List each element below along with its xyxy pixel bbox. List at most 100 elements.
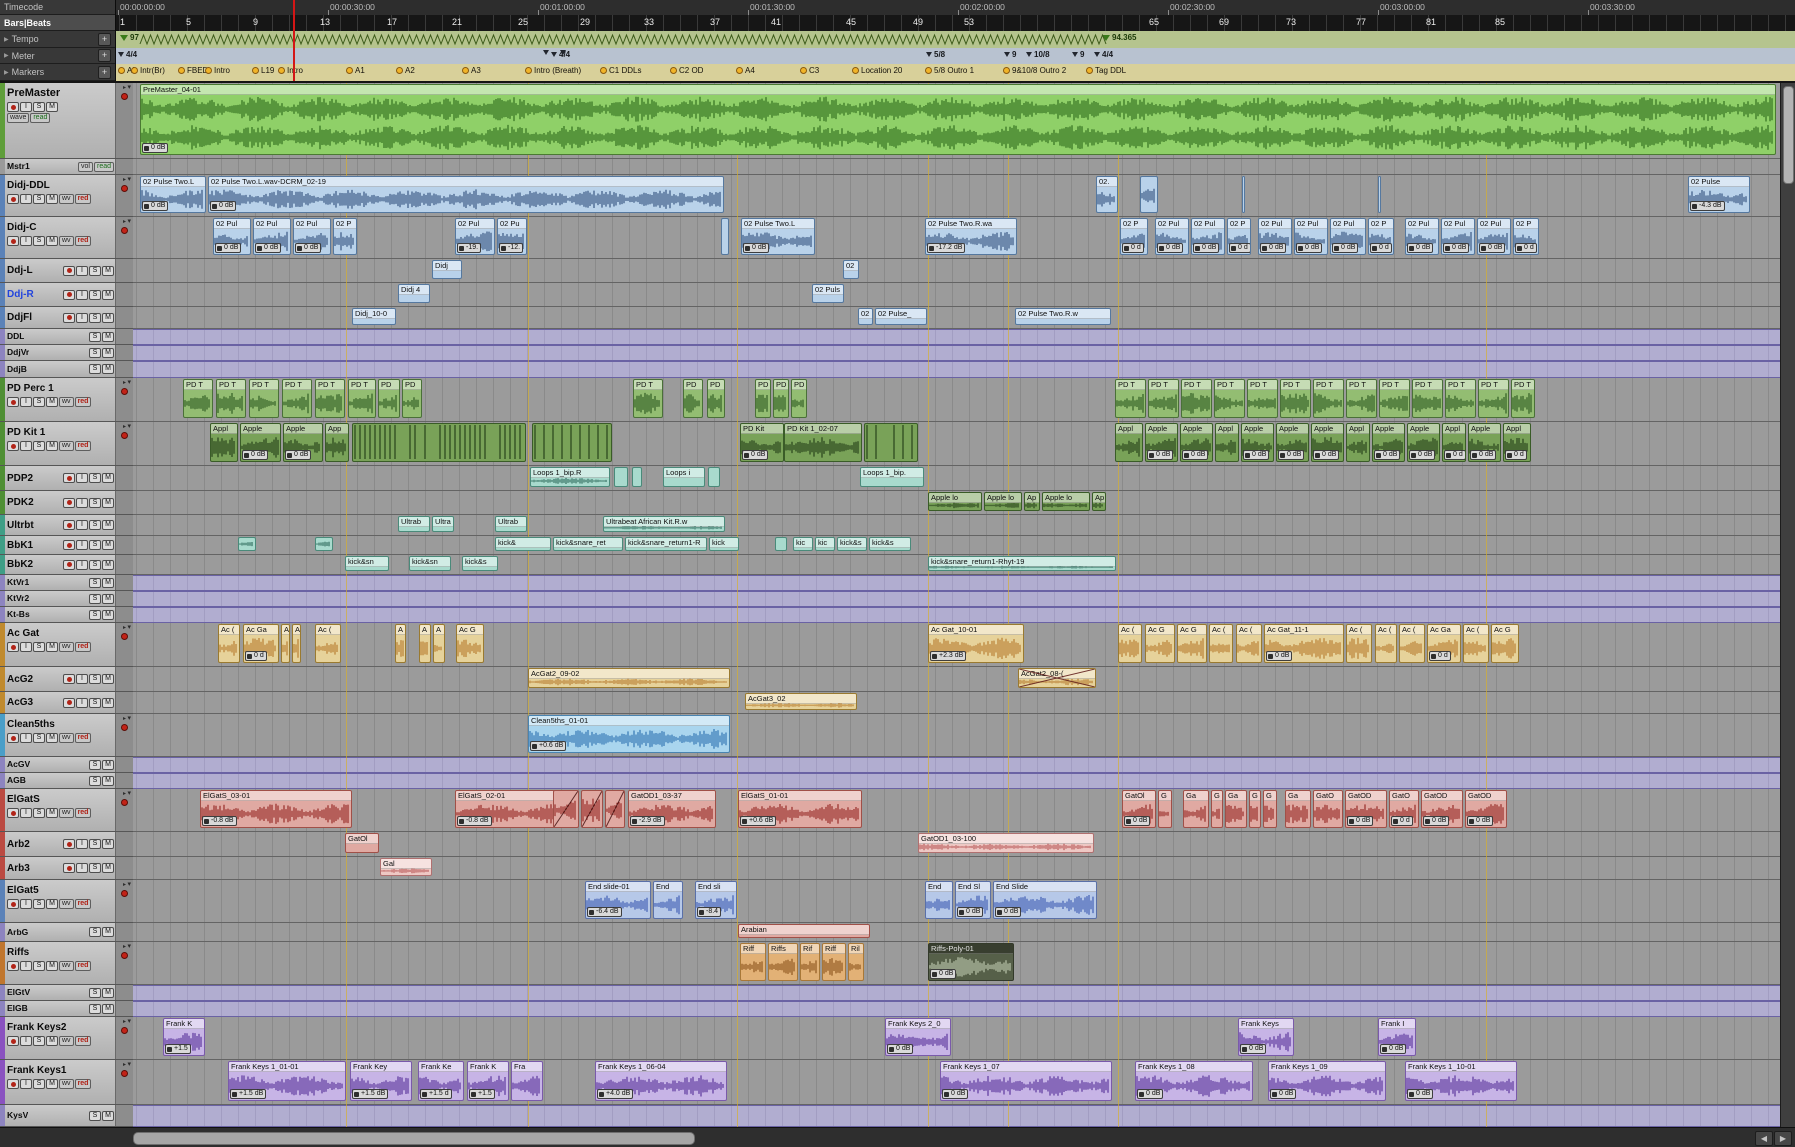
record-arm-button[interactable] (63, 560, 75, 570)
track-header-arb3[interactable]: Arb3ISM (0, 857, 133, 880)
input-monitor-button[interactable]: I (20, 194, 32, 204)
record-arm-button[interactable] (7, 441, 19, 451)
audio-clip[interactable]: Apple lo (984, 492, 1022, 511)
audio-clip[interactable]: PD T (1346, 379, 1377, 418)
mute-button[interactable]: M (46, 1036, 58, 1046)
ruler-label-bars-beats[interactable]: Bars|Beats (0, 15, 115, 31)
record-arm-button[interactable] (63, 290, 75, 300)
input-monitor-button[interactable]: I (76, 473, 88, 483)
audio-clip[interactable]: Ultrab (495, 516, 527, 532)
audio-clip[interactable]: Frank I0 dB (1378, 1018, 1416, 1056)
audio-clip[interactable]: 02 P0 d (1368, 218, 1394, 255)
audio-clip[interactable]: Loops 1_bip. (860, 467, 924, 487)
audio-clip[interactable]: kick&s (462, 556, 498, 571)
track-lane-acg2[interactable]: AcGat2_09-02AcGat2_08-( (0, 667, 1795, 692)
playlist-view-selector[interactable]: wv (59, 642, 74, 652)
audio-clip[interactable]: Apple lo (928, 492, 982, 511)
track-header-ddjvr[interactable]: DdjVrSM (0, 345, 133, 361)
audio-clip[interactable]: Frank Keys 1_070 dB (940, 1061, 1112, 1101)
audio-clip[interactable]: kick&snare_return1-R (625, 537, 707, 551)
input-monitor-button[interactable]: I (20, 808, 32, 818)
track-options-arrow[interactable]: ▾ (127, 422, 131, 430)
meter-change[interactable]: 4/4 (118, 50, 137, 59)
track-header-pdp2[interactable]: PDP2ISM (0, 466, 133, 491)
meter-change[interactable]: 9 (1004, 50, 1016, 59)
clip-gain-badge[interactable]: +1.5 dB (230, 1089, 266, 1099)
solo-button[interactable]: S (89, 498, 101, 508)
audio-clip[interactable]: PD T (249, 379, 279, 418)
input-monitor-button[interactable]: I (20, 642, 32, 652)
clip-gain-badge[interactable]: 0 dB (1278, 450, 1304, 460)
mute-button[interactable]: M (46, 642, 58, 652)
audio-clip[interactable]: G (1211, 790, 1223, 828)
scroll-left-arrow[interactable]: ◀ (1755, 1131, 1773, 1146)
solo-button[interactable]: S (33, 1079, 45, 1089)
audio-clip[interactable]: PD T (1280, 379, 1311, 418)
audio-clip[interactable]: Ac ( (1375, 624, 1397, 663)
audio-clip[interactable]: Ac ( (315, 624, 341, 663)
audio-clip[interactable] (238, 537, 256, 551)
meter-change[interactable]: 4/4 (1094, 50, 1113, 59)
mute-button[interactable]: M (102, 364, 114, 374)
audio-clip[interactable]: Ac ( (218, 624, 240, 663)
audio-clip[interactable]: PreMaster_04-010 dB (140, 84, 1776, 155)
audio-clip[interactable]: 02 Pul0 dB (1155, 218, 1189, 255)
audio-clip[interactable]: Frank Keys 1_10-010 dB (1405, 1061, 1517, 1101)
audio-clip[interactable]: Riff (740, 943, 766, 981)
mute-button[interactable]: M (102, 760, 114, 770)
clip-gain-badge[interactable]: 0 dB (957, 907, 983, 917)
audio-clip[interactable]: 02 (843, 260, 859, 279)
audio-clip[interactable]: Ap (1024, 492, 1040, 511)
clip-gain-badge[interactable]: 0 dB (887, 1044, 913, 1054)
track-lane-arb2[interactable]: GatOlGatOD1_03-100 (0, 832, 1795, 857)
clip-gain-badge[interactable]: 0 d (1429, 651, 1451, 661)
audio-clip[interactable]: Ac ( (1346, 624, 1372, 663)
clip-gain-badge[interactable]: +1.5 dB (352, 1089, 388, 1099)
mute-button[interactable]: M (46, 102, 58, 112)
clip-gain-badge[interactable]: +1.5 (165, 1044, 191, 1054)
audio-clip[interactable]: 02 P0 d (1120, 218, 1148, 255)
audio-clip[interactable]: Ac Ga0 d (243, 624, 279, 663)
track-lane-pdp2[interactable]: Loops 1_bip.RLoops iLoops 1_bip. (0, 466, 1795, 491)
audio-clip[interactable]: Ultrabeat African Kit.R.w (603, 516, 725, 532)
track-lane-elgtv[interactable] (0, 985, 1795, 1001)
audio-clip[interactable]: Apple0 dB (1468, 423, 1501, 462)
memory-location-marker[interactable]: Intro (278, 66, 303, 75)
audio-clip[interactable] (315, 537, 333, 551)
audio-clip[interactable]: PD T (348, 379, 376, 418)
audio-clip[interactable]: A (419, 624, 431, 663)
audio-clip[interactable]: Ac ( (1236, 624, 1262, 663)
record-arm-button[interactable] (63, 674, 75, 684)
automation-mode-selector[interactable]: red (75, 961, 92, 971)
audio-clip[interactable]: Riffs-Poly-010 dB (928, 943, 1014, 981)
track-lane-bbk2[interactable]: kick&snkick&snkick&skick&snare_return1-R… (0, 555, 1795, 575)
track-name[interactable]: KysV (7, 1111, 28, 1120)
track-name[interactable]: Kt-Bs (7, 610, 30, 619)
audio-clip[interactable]: PD Kit0 dB (740, 423, 784, 462)
track-header-ddl[interactable]: DDLSM (0, 329, 133, 345)
memory-location-marker[interactable]: Tag DDL (1086, 66, 1126, 75)
mute-button[interactable]: M (102, 290, 114, 300)
clip-gain-badge[interactable]: 0 d (1122, 243, 1144, 253)
audio-clip[interactable]: PD T (1478, 379, 1509, 418)
record-arm-button[interactable] (63, 498, 75, 508)
audio-clip[interactable]: Rif (800, 943, 820, 981)
automation-expander-icon[interactable]: ▸ (123, 219, 126, 225)
track-options-arrow[interactable]: ▾ (127, 175, 131, 183)
audio-clip[interactable]: Apple0 dB (1372, 423, 1405, 462)
track-name[interactable]: DdjFl (7, 312, 32, 323)
track-header-didj-ddl[interactable]: ▸▾Didj-DDLISMwvred (0, 175, 133, 217)
track-name[interactable]: Ddj-L (7, 265, 33, 276)
track-name[interactable]: PD Kit 1 (7, 426, 45, 438)
record-arm-button[interactable] (63, 266, 75, 276)
input-monitor-button[interactable]: I (76, 839, 88, 849)
track-name[interactable]: AcG3 (7, 697, 33, 708)
clip-gain-badge[interactable]: 0 dB (995, 907, 1021, 917)
memory-location-marker[interactable]: Intro (Breath) (525, 66, 581, 75)
solo-button[interactable]: S (89, 863, 101, 873)
solo-button[interactable]: S (33, 236, 45, 246)
audio-clip[interactable]: PD T (1313, 379, 1344, 418)
track-name[interactable]: Arb2 (7, 839, 30, 850)
audio-clip[interactable]: A (395, 624, 406, 663)
track-lane-bbk1[interactable]: kick&kick&snare_retkick&snare_return1-Rk… (0, 536, 1795, 555)
